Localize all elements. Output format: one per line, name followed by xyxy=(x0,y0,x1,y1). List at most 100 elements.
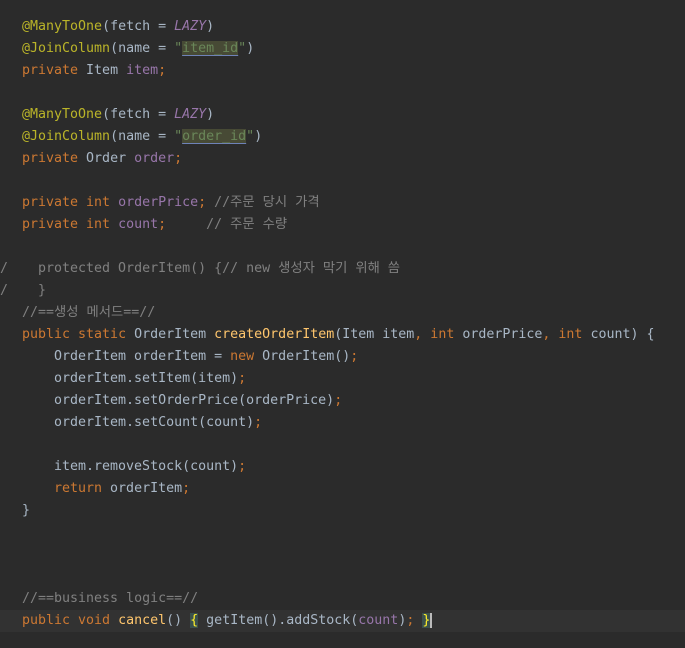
code-token: @JoinColumn xyxy=(22,41,111,56)
code-line[interactable]: private Order order; xyxy=(0,148,685,170)
code-text: private int orderPrice; //주문 당시 가격 xyxy=(22,192,320,214)
code-line[interactable]: private int orderPrice; //주문 당시 가격 xyxy=(0,192,685,214)
code-line[interactable]: orderItem.setCount(count); xyxy=(0,412,685,434)
code-token: //==business logic==// xyxy=(22,591,199,606)
code-token: , int xyxy=(414,327,463,342)
code-token: private int xyxy=(22,217,119,232)
code-line[interactable]: orderItem.setOrderPrice(orderPrice); xyxy=(0,390,685,412)
code-token: ) xyxy=(254,129,263,144)
code-token: (fetch = xyxy=(102,107,175,122)
code-token: public static xyxy=(22,327,135,342)
code-line[interactable]: /} xyxy=(0,280,685,302)
code-token: orderItem.setOrderPrice(orderPrice) xyxy=(54,393,335,408)
code-token: orderItem.setItem(item) xyxy=(54,371,239,386)
code-text: OrderItem orderItem = new OrderItem(); xyxy=(54,346,358,368)
code-line[interactable]: private Item item; xyxy=(0,60,685,82)
code-line[interactable]: OrderItem orderItem = new OrderItem(); xyxy=(0,346,685,368)
code-text: private int count; // 주문 수량 xyxy=(22,214,287,236)
code-token: OrderItem xyxy=(134,327,215,342)
code-token: count) { xyxy=(590,327,655,342)
code-line[interactable] xyxy=(0,434,685,456)
code-line[interactable] xyxy=(0,566,685,588)
code-token: return xyxy=(54,481,111,496)
code-token: orderPrice xyxy=(118,195,199,210)
code-token: ) xyxy=(246,41,255,56)
code-token: @ManyToOne xyxy=(22,19,103,34)
code-token: order_id xyxy=(182,129,247,144)
code-token: orderItem xyxy=(110,481,183,496)
comment-marker: / xyxy=(0,261,9,276)
code-text: //==생성 메서드==// xyxy=(22,302,155,324)
code-token: ) xyxy=(206,19,215,34)
code-token: (Item item xyxy=(334,327,415,342)
code-token: ; xyxy=(174,151,183,166)
code-text: //==business logic==// xyxy=(22,588,198,610)
code-token: public void xyxy=(22,613,119,628)
code-token: count xyxy=(118,217,159,232)
code-text: private Item item; xyxy=(22,60,166,82)
code-line[interactable]: @JoinColumn(name = "item_id") xyxy=(0,38,685,60)
code-token: } xyxy=(38,283,47,298)
code-line[interactable] xyxy=(0,236,685,258)
code-token: ; xyxy=(198,195,215,210)
code-token: OrderItem orderItem = xyxy=(54,349,231,364)
code-token: private int xyxy=(22,195,119,210)
code-token: " xyxy=(246,129,255,144)
code-token: OrderItem() xyxy=(262,349,351,364)
code-token: orderItem.setCount(count) xyxy=(54,415,255,430)
code-line[interactable]: @ManyToOne(fetch = LAZY) xyxy=(0,104,685,126)
code-token: createOrderItem xyxy=(214,327,335,342)
code-token: LAZY xyxy=(174,107,207,122)
code-line[interactable]: item.removeStock(count); xyxy=(0,456,685,478)
code-text: @ManyToOne(fetch = LAZY) xyxy=(22,104,214,126)
code-line[interactable]: //==생성 메서드==// xyxy=(0,302,685,324)
code-token: ; xyxy=(158,217,207,232)
code-token: " xyxy=(238,41,247,56)
code-token: private xyxy=(22,63,87,78)
code-token: @ManyToOne xyxy=(22,107,103,122)
code-token: //주문 당시 가격 xyxy=(214,195,320,210)
code-token: item xyxy=(126,63,159,78)
code-line[interactable]: private int count; // 주문 수량 xyxy=(0,214,685,236)
code-text: @JoinColumn(name = "order_id") xyxy=(22,126,262,148)
code-text: protected OrderItem() {// new 생성자 막기 위해 … xyxy=(38,258,400,280)
code-text: @JoinColumn(name = "item_id") xyxy=(22,38,254,60)
code-token: new xyxy=(230,349,263,364)
code-line[interactable]: return orderItem; xyxy=(0,478,685,500)
code-token: ; xyxy=(158,63,167,78)
code-line[interactable]: @ManyToOne(fetch = LAZY) xyxy=(0,16,685,38)
code-text: private Order order; xyxy=(22,148,182,170)
code-text: @ManyToOne(fetch = LAZY) xyxy=(22,16,214,38)
code-token: ; xyxy=(182,481,191,496)
code-line[interactable] xyxy=(0,522,685,544)
code-text: public static OrderItem createOrderItem(… xyxy=(22,324,655,346)
code-token: { xyxy=(190,613,199,628)
code-text: orderItem.setCount(count); xyxy=(54,412,262,434)
code-line[interactable]: } xyxy=(0,500,685,522)
code-line[interactable]: public static OrderItem createOrderItem(… xyxy=(0,324,685,346)
code-line[interactable] xyxy=(0,544,685,566)
code-text: orderItem.setOrderPrice(orderPrice); xyxy=(54,390,342,412)
code-token: ) xyxy=(206,107,215,122)
code-line[interactable]: @JoinColumn(name = "order_id") xyxy=(0,126,685,148)
code-token: count xyxy=(358,613,399,628)
comment-marker: / xyxy=(0,283,9,298)
code-line[interactable] xyxy=(0,82,685,104)
code-line[interactable]: / protected OrderItem() {// new 생성자 막기 위해… xyxy=(0,258,685,280)
code-token: ; xyxy=(238,371,247,386)
code-line[interactable]: orderItem.setItem(item); xyxy=(0,368,685,390)
code-token: ; xyxy=(350,349,359,364)
code-token: private xyxy=(22,151,87,166)
code-text: } xyxy=(38,280,46,302)
code-line[interactable]: //==business logic==// xyxy=(0,588,685,610)
code-line-current[interactable]: public void cancel() { getItem().addStoc… xyxy=(0,610,685,632)
code-token: Order xyxy=(86,151,135,166)
code-token: } xyxy=(22,503,31,518)
code-text: return orderItem; xyxy=(54,478,190,500)
code-token: " xyxy=(174,129,183,144)
code-token: ; xyxy=(238,459,247,474)
code-token: LAZY xyxy=(174,19,207,34)
code-text: item.removeStock(count); xyxy=(54,456,246,478)
code-line[interactable] xyxy=(0,170,685,192)
code-token: protected OrderItem() {// new 생성자 막기 위해 … xyxy=(38,261,401,276)
